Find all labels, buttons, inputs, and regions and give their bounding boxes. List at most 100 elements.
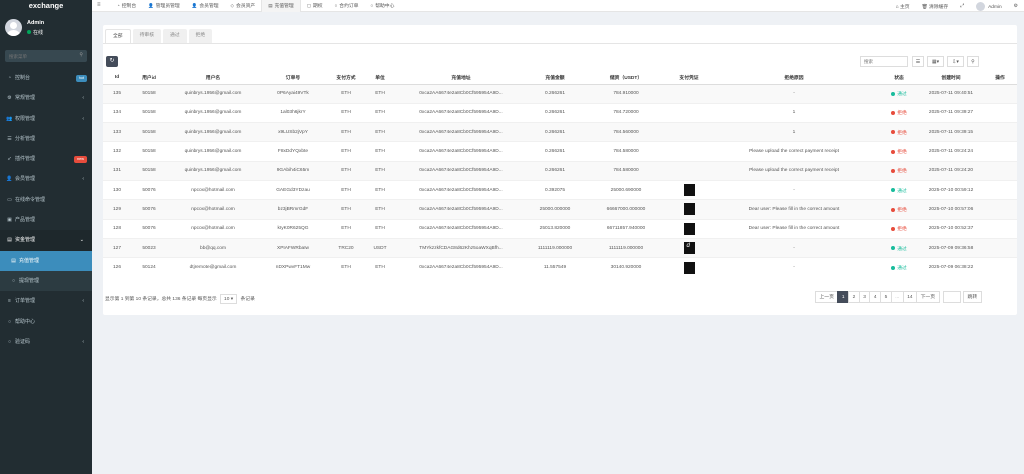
- column-header[interactable]: 支付凭证: [669, 71, 709, 85]
- sidebar-item-0[interactable]: ◔ 控制台 hot: [0, 68, 92, 88]
- topnav-item-0[interactable]: ◔ 控制台: [111, 0, 142, 12]
- fullscreen-icon[interactable]: ⤢: [954, 3, 970, 9]
- menu-toggle-icon[interactable]: ≡: [97, 2, 101, 8]
- cell-actions[interactable]: [983, 141, 1017, 162]
- column-header[interactable]: 用户id: [131, 71, 167, 85]
- table-row[interactable]: 134 50158 quinbrys.1956@gmail.com 1al03h6jk…: [103, 102, 1017, 123]
- table-row[interactable]: 127 50023 bb@qq.com XPIAFWRbaIw TRC20 USDT TMY…: [103, 237, 1017, 258]
- toggle-view-button[interactable]: ☰: [912, 56, 924, 67]
- topnav-item-2[interactable]: 👤 会员管理: [186, 0, 225, 12]
- cell-unit: ETH: [365, 102, 395, 123]
- column-header[interactable]: 操作: [983, 71, 1017, 85]
- column-header[interactable]: Id: [103, 71, 131, 85]
- topnav-item-5[interactable]: ▢ 期权: [301, 0, 329, 12]
- payment-proof-thumbnail[interactable]: [683, 203, 695, 216]
- sidebar-search: ⚲: [5, 50, 87, 62]
- column-header[interactable]: 充值金额: [527, 71, 583, 85]
- column-header[interactable]: 储资（USDT）: [583, 71, 669, 85]
- table-row[interactable]: 130 50076 npcox@hotmail.com GAEGd3YDzau ETH E…: [103, 179, 1017, 200]
- sidebar-item-3[interactable]: ☰ 分析管理: [0, 129, 92, 149]
- tab-3[interactable]: 拒绝: [188, 29, 213, 43]
- search-icon[interactable]: ⚲: [79, 52, 83, 58]
- sidebar-item-5[interactable]: 👤 会员管理 ‹: [0, 169, 92, 189]
- tab-2[interactable]: 通过: [163, 29, 187, 43]
- cell-actions[interactable]: [983, 199, 1017, 220]
- tab-0[interactable]: 全部: [105, 29, 131, 43]
- sidebar-item-1[interactable]: ⚙ 常规管理 ‹: [0, 88, 92, 108]
- refresh-button[interactable]: ↻: [106, 56, 118, 67]
- cell-time: 2025-07-10 00:52:37: [919, 218, 983, 239]
- tab-divider: [103, 43, 1017, 44]
- page-button[interactable]: 14: [902, 291, 918, 303]
- column-header[interactable]: 状态: [879, 71, 919, 85]
- page-button[interactable]: 下一页: [916, 291, 940, 303]
- cell-actions[interactable]: [983, 102, 1017, 123]
- cell-usdt: 66711857.940000: [583, 218, 669, 239]
- topnav-item-6[interactable]: ○ 合约订单: [329, 0, 365, 12]
- pagination-info-suffix: 条记录: [240, 297, 255, 302]
- cell-actions[interactable]: [983, 83, 1017, 104]
- cell-actions[interactable]: [983, 257, 1017, 277]
- column-header[interactable]: 订单号: [259, 71, 327, 85]
- sidebar-item-2[interactable]: 👥 权限管理 ‹: [0, 109, 92, 129]
- sidebar-item-6[interactable]: ▭ 在线命令管理: [0, 190, 92, 210]
- page-button[interactable]: 上一页: [815, 291, 839, 303]
- settings-icon[interactable]: ⚙: [1008, 4, 1024, 9]
- page-jump-input[interactable]: [942, 291, 961, 303]
- status-dot-icon: [891, 130, 896, 135]
- tab-1[interactable]: 待审核: [132, 29, 162, 43]
- table-row[interactable]: 132 50158 quinbrys.1956@gmail.com F8xDdYQxb…: [103, 141, 1017, 162]
- sidebar-item-7[interactable]: ▣ 产品管理: [0, 210, 92, 230]
- app-brand[interactable]: exchange: [0, 0, 92, 12]
- column-header[interactable]: 拒绝原因: [709, 71, 879, 85]
- cell-unit: USDT: [365, 237, 395, 258]
- table-row[interactable]: 128 50076 npcox@hotmail.com kIyK0R625QG ETH E…: [103, 218, 1017, 239]
- cell-pay: TRC20: [327, 237, 365, 258]
- cell-actions[interactable]: [983, 122, 1017, 142]
- table-row[interactable]: 131 50158 quinbrys.1956@gmail.com 9GAbih4iC…: [103, 160, 1017, 181]
- cell-actions[interactable]: [983, 218, 1017, 239]
- column-header[interactable]: 用户名: [167, 71, 259, 85]
- payment-proof-thumbnail[interactable]: [683, 242, 695, 255]
- cell-actions[interactable]: [983, 237, 1017, 258]
- export-button[interactable]: ⇩▾: [947, 56, 964, 67]
- topnav-item-4[interactable]: ▤ 充值管理: [261, 0, 301, 12]
- pagination-info-prefix: 显示第 1 到第 10 条记录，总共 136 条记录 每页显示: [105, 297, 217, 302]
- search-toggle-button[interactable]: ⚲: [967, 56, 979, 67]
- topnav-item-1[interactable]: 👤 管理员管理: [142, 0, 186, 12]
- sidebar-item-4[interactable]: ➶ 插件管理 new: [0, 149, 92, 169]
- table-row[interactable]: 133 50158 quinbrys.1956@gmail.com x9LUSb2jV…: [103, 122, 1017, 142]
- column-header[interactable]: 单位: [365, 71, 395, 85]
- column-header[interactable]: 充值地址: [395, 71, 527, 85]
- columns-button[interactable]: ▦▾: [927, 56, 944, 67]
- sidebar-item-12[interactable]: ○ 帮助中心: [0, 312, 92, 332]
- table-row[interactable]: 135 50158 quinbrys.1956@gmail.com 0P6Ayai49…: [103, 83, 1017, 104]
- column-header[interactable]: 创建时间: [919, 71, 983, 85]
- topnav-item-label: 期权: [312, 4, 323, 9]
- table-search-input[interactable]: [860, 56, 908, 67]
- sidebar-item-10[interactable]: ○ 提现管理: [0, 270, 92, 292]
- sidebar-search-input[interactable]: [5, 50, 75, 62]
- sidebar-item-8[interactable]: ▤ 资金管理 ⌄: [0, 230, 92, 251]
- admin-menu[interactable]: Admin: [970, 1, 1008, 11]
- topnav-item-7[interactable]: ○ 帮助中心: [364, 0, 400, 12]
- cell-status: 拒绝: [879, 141, 919, 162]
- sidebar-item-13[interactable]: ○ 验证码 ‹: [0, 332, 92, 352]
- column-header[interactable]: 支付方式: [327, 71, 365, 85]
- home-link[interactable]: ⌂ 主页: [890, 3, 916, 10]
- clear-cache-button[interactable]: 🗑 清除缓存: [916, 3, 955, 10]
- page-size-select[interactable]: 10 ▾: [220, 294, 238, 304]
- topnav-item-3[interactable]: ◇ 会员资产: [225, 0, 262, 12]
- sidebar-item-9[interactable]: ▤ 充值管理: [0, 250, 92, 271]
- table-row[interactable]: 129 50076 npcox@hotmail.com bz3jBRmrGdF ETH E…: [103, 199, 1017, 220]
- table-row[interactable]: 126 50124 dtjremote@gmail.com nDXPwvFT1Mw ET…: [103, 257, 1017, 277]
- status-tabs: 全部 待审核 通过 拒绝: [105, 29, 214, 43]
- payment-proof-thumbnail[interactable]: [683, 222, 695, 235]
- cell-actions[interactable]: [983, 160, 1017, 181]
- payment-proof-thumbnail[interactable]: [683, 184, 695, 197]
- sidebar-item-11[interactable]: ≡ 订单管理 ‹: [0, 291, 92, 311]
- cell-actions[interactable]: [983, 179, 1017, 200]
- payment-proof-thumbnail[interactable]: [683, 261, 695, 274]
- cell-time: 2025-07-11 09:39:27: [919, 102, 983, 123]
- page-jump-button[interactable]: 跳转: [962, 291, 983, 303]
